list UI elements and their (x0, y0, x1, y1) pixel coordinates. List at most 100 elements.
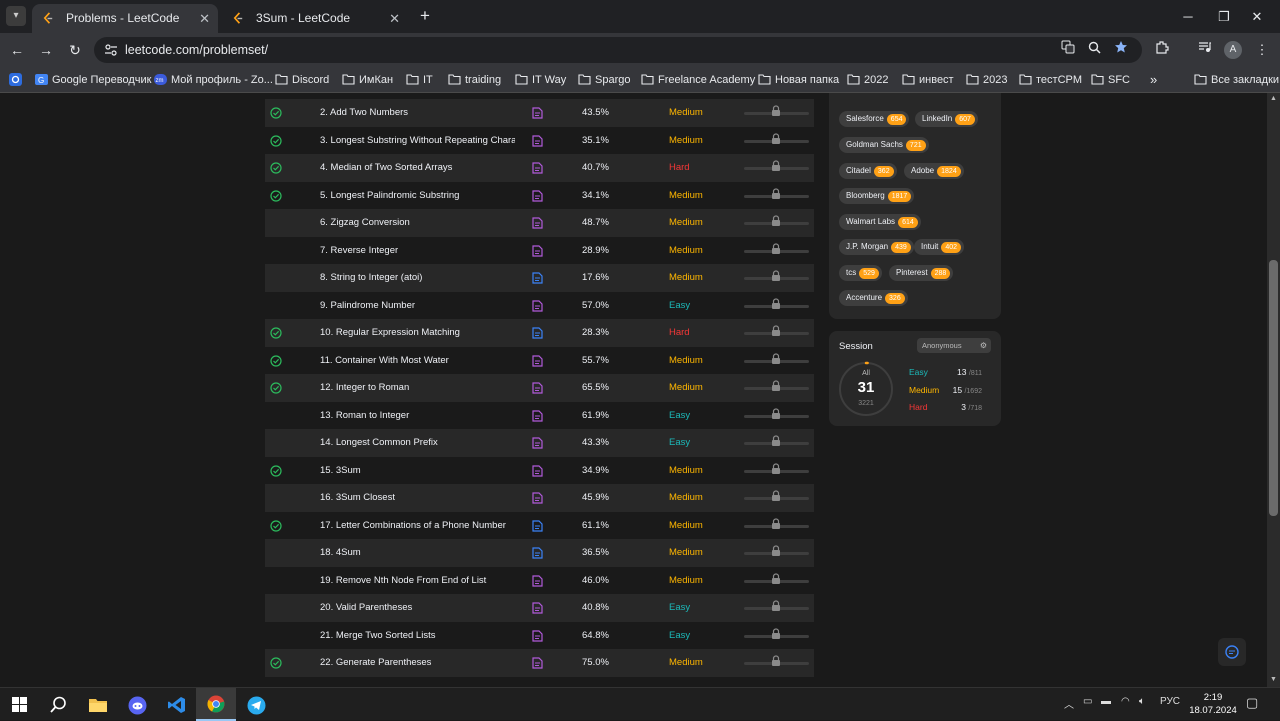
bookmark-google-translate[interactable]: G Google Переводчик (35, 67, 152, 93)
company-tag[interactable]: J.P. Morgan 439 (839, 239, 914, 255)
input-language[interactable]: РУС (1160, 696, 1180, 707)
chrome-app[interactable] (196, 688, 236, 721)
new-tab-button[interactable]: + (416, 6, 434, 26)
problem-title[interactable]: 12. Integer to Roman (320, 374, 515, 402)
solution-icon[interactable] (532, 520, 543, 532)
tab-problems[interactable]: Problems - LeetCode ✕ (32, 4, 218, 33)
problem-row[interactable]: 11. Container With Most Water 55.7% Medium (265, 347, 814, 375)
scroll-thumb[interactable] (1269, 260, 1278, 516)
show-hidden-icons-chevron-icon[interactable]: ︿ (1064, 696, 1074, 711)
problem-row[interactable]: 18. 4Sum 36.5% Medium (265, 539, 814, 567)
problem-row[interactable]: 17. Letter Combinations of a Phone Numbe… (265, 512, 814, 540)
company-tag[interactable]: Bloomberg 1817 (839, 188, 915, 204)
gear-icon[interactable]: ⚙ (980, 338, 987, 353)
problem-title[interactable]: 11. Container With Most Water (320, 347, 515, 375)
profile-avatar[interactable]: A (1224, 41, 1242, 59)
speaker-icon[interactable]: 🔈︎ (1139, 696, 1145, 707)
close-tab-icon[interactable]: ✕ (199, 4, 210, 33)
problem-row[interactable]: 12. Integer to Roman 65.5% Medium (265, 374, 814, 402)
solution-icon[interactable] (532, 107, 543, 119)
company-tag[interactable]: Accenture 326 (839, 290, 908, 306)
problem-row[interactable]: 6. Zigzag Conversion 48.7% Medium (265, 209, 814, 237)
problem-row[interactable]: 13. Roman to Integer 61.9% Easy (265, 402, 814, 430)
problem-title[interactable]: 14. Longest Common Prefix (320, 429, 515, 457)
search-button[interactable] (38, 688, 78, 721)
problem-title[interactable]: 9. Palindrome Number (320, 292, 515, 320)
bookmark-star-icon[interactable] (1111, 40, 1131, 60)
problem-row[interactable]: 20. Valid Parentheses 40.8% Easy (265, 594, 814, 622)
address-bar[interactable]: leetcode.com/problemset/ (94, 37, 1142, 63)
forward-arrow-icon[interactable]: → (35, 39, 57, 61)
problem-row[interactable]: 2. Add Two Numbers 43.5% Medium (265, 99, 814, 127)
solution-icon[interactable] (532, 190, 543, 202)
bookmark-folder[interactable]: тестCPM (1019, 67, 1082, 93)
bookmark-folder[interactable]: IT (406, 67, 433, 93)
problem-row[interactable]: 3. Longest Substring Without Repeating C… (265, 127, 814, 155)
company-tag[interactable]: Goldman Sachs 721 (839, 137, 929, 153)
solution-icon[interactable] (532, 135, 543, 147)
problem-title[interactable]: 15. 3Sum (320, 457, 515, 485)
telegram-app[interactable] (236, 688, 276, 721)
solution-icon[interactable] (532, 272, 543, 284)
media-control-icon[interactable] (1195, 40, 1215, 60)
all-bookmarks-folder[interactable]: Все закладки (1194, 67, 1279, 93)
company-tag[interactable]: Salesforce 654 (839, 111, 910, 127)
problem-row[interactable]: 7. Reverse Integer 28.9% Medium (265, 237, 814, 265)
feedback-chat-button[interactable] (1218, 638, 1246, 666)
bookmark-folder[interactable]: ИмКан (342, 67, 393, 93)
problem-title[interactable]: 22. Generate Parentheses (320, 649, 515, 677)
close-tab-icon[interactable]: ✕ (389, 4, 400, 33)
problem-row[interactable]: 5. Longest Palindromic Substring 34.1% Med… (265, 182, 814, 210)
problem-row[interactable]: 15. 3Sum 34.9% Medium (265, 457, 814, 485)
problem-row[interactable]: 4. Median of Two Sorted Arrays 40.7% Hard (265, 154, 814, 182)
bookmark-folder[interactable]: Freelance Academy (641, 67, 755, 93)
zoom-icon[interactable] (1084, 40, 1104, 60)
solution-icon[interactable] (532, 575, 543, 587)
bookmark-folder[interactable]: инвест (902, 67, 954, 93)
menu-kebab-icon[interactable]: ⋮ (1252, 40, 1272, 60)
problem-title[interactable]: 8. String to Integer (atoi) (320, 264, 515, 292)
problem-title[interactable]: 20. Valid Parentheses (320, 594, 515, 622)
session-selector[interactable]: Anonymous ⚙ (917, 338, 991, 353)
problem-title[interactable]: 16. 3Sum Closest (320, 484, 515, 512)
problem-title[interactable]: 2. Add Two Numbers (320, 99, 515, 127)
solution-icon[interactable] (532, 327, 543, 339)
company-tag[interactable]: Intuit 402 (914, 239, 965, 255)
bookmark-folder[interactable]: traiding (448, 67, 501, 93)
problem-title[interactable]: 5. Longest Palindromic Substring (320, 182, 515, 210)
problem-row[interactable]: 16. 3Sum Closest 45.9% Medium (265, 484, 814, 512)
solution-icon[interactable] (532, 410, 543, 422)
back-arrow-icon[interactable]: ← (6, 39, 28, 61)
app-icon[interactable] (9, 73, 22, 86)
solution-icon[interactable] (532, 245, 543, 257)
wifi-icon[interactable]: ◠ (1121, 696, 1130, 707)
problem-title[interactable]: 6. Zigzag Conversion (320, 209, 515, 237)
problem-title[interactable]: 3. Longest Substring Without Repeating C… (320, 127, 515, 155)
company-tag[interactable]: tcs 529 (839, 265, 882, 281)
problem-row[interactable]: 9. Palindrome Number 57.0% Easy (265, 292, 814, 320)
scroll-up-arrow-icon[interactable]: ▲ (1267, 95, 1280, 105)
company-tag[interactable]: Citadel 362 (839, 163, 897, 179)
bookmark-folder[interactable]: IT Way (515, 67, 566, 93)
problem-row[interactable]: 14. Longest Common Prefix 43.3% Easy (265, 429, 814, 457)
bookmark-folder[interactable]: Новая папка (758, 67, 839, 93)
bookmark-zoom-profile[interactable]: zm Мой профиль - Zo... (154, 67, 273, 93)
bookmark-folder[interactable]: 2022 (847, 67, 888, 93)
problem-title[interactable]: 19. Remove Nth Node From End of List (320, 567, 515, 595)
problem-row[interactable]: 21. Merge Two Sorted Lists 64.8% Easy (265, 622, 814, 650)
problem-title[interactable]: 7. Reverse Integer (320, 237, 515, 265)
problem-row[interactable]: 22. Generate Parentheses 75.0% Medium (265, 649, 814, 677)
site-settings-icon[interactable] (104, 43, 118, 57)
problem-title[interactable]: 4. Median of Two Sorted Arrays (320, 154, 515, 182)
solution-icon[interactable] (532, 162, 543, 174)
problem-title[interactable]: 21. Merge Two Sorted Lists (320, 622, 515, 650)
more-bookmarks-button[interactable]: » (1150, 67, 1157, 93)
solution-icon[interactable] (532, 630, 543, 642)
problem-row[interactable]: 10. Regular Expression Matching 28.3% Hard (265, 319, 814, 347)
company-tag[interactable]: Pinterest 288 (889, 265, 954, 281)
bookmark-folder[interactable]: SFC (1091, 67, 1130, 93)
start-button[interactable] (0, 688, 40, 721)
problem-title[interactable]: 10. Regular Expression Matching (320, 319, 515, 347)
solution-icon[interactable] (532, 382, 543, 394)
translate-icon[interactable] (1058, 40, 1078, 60)
